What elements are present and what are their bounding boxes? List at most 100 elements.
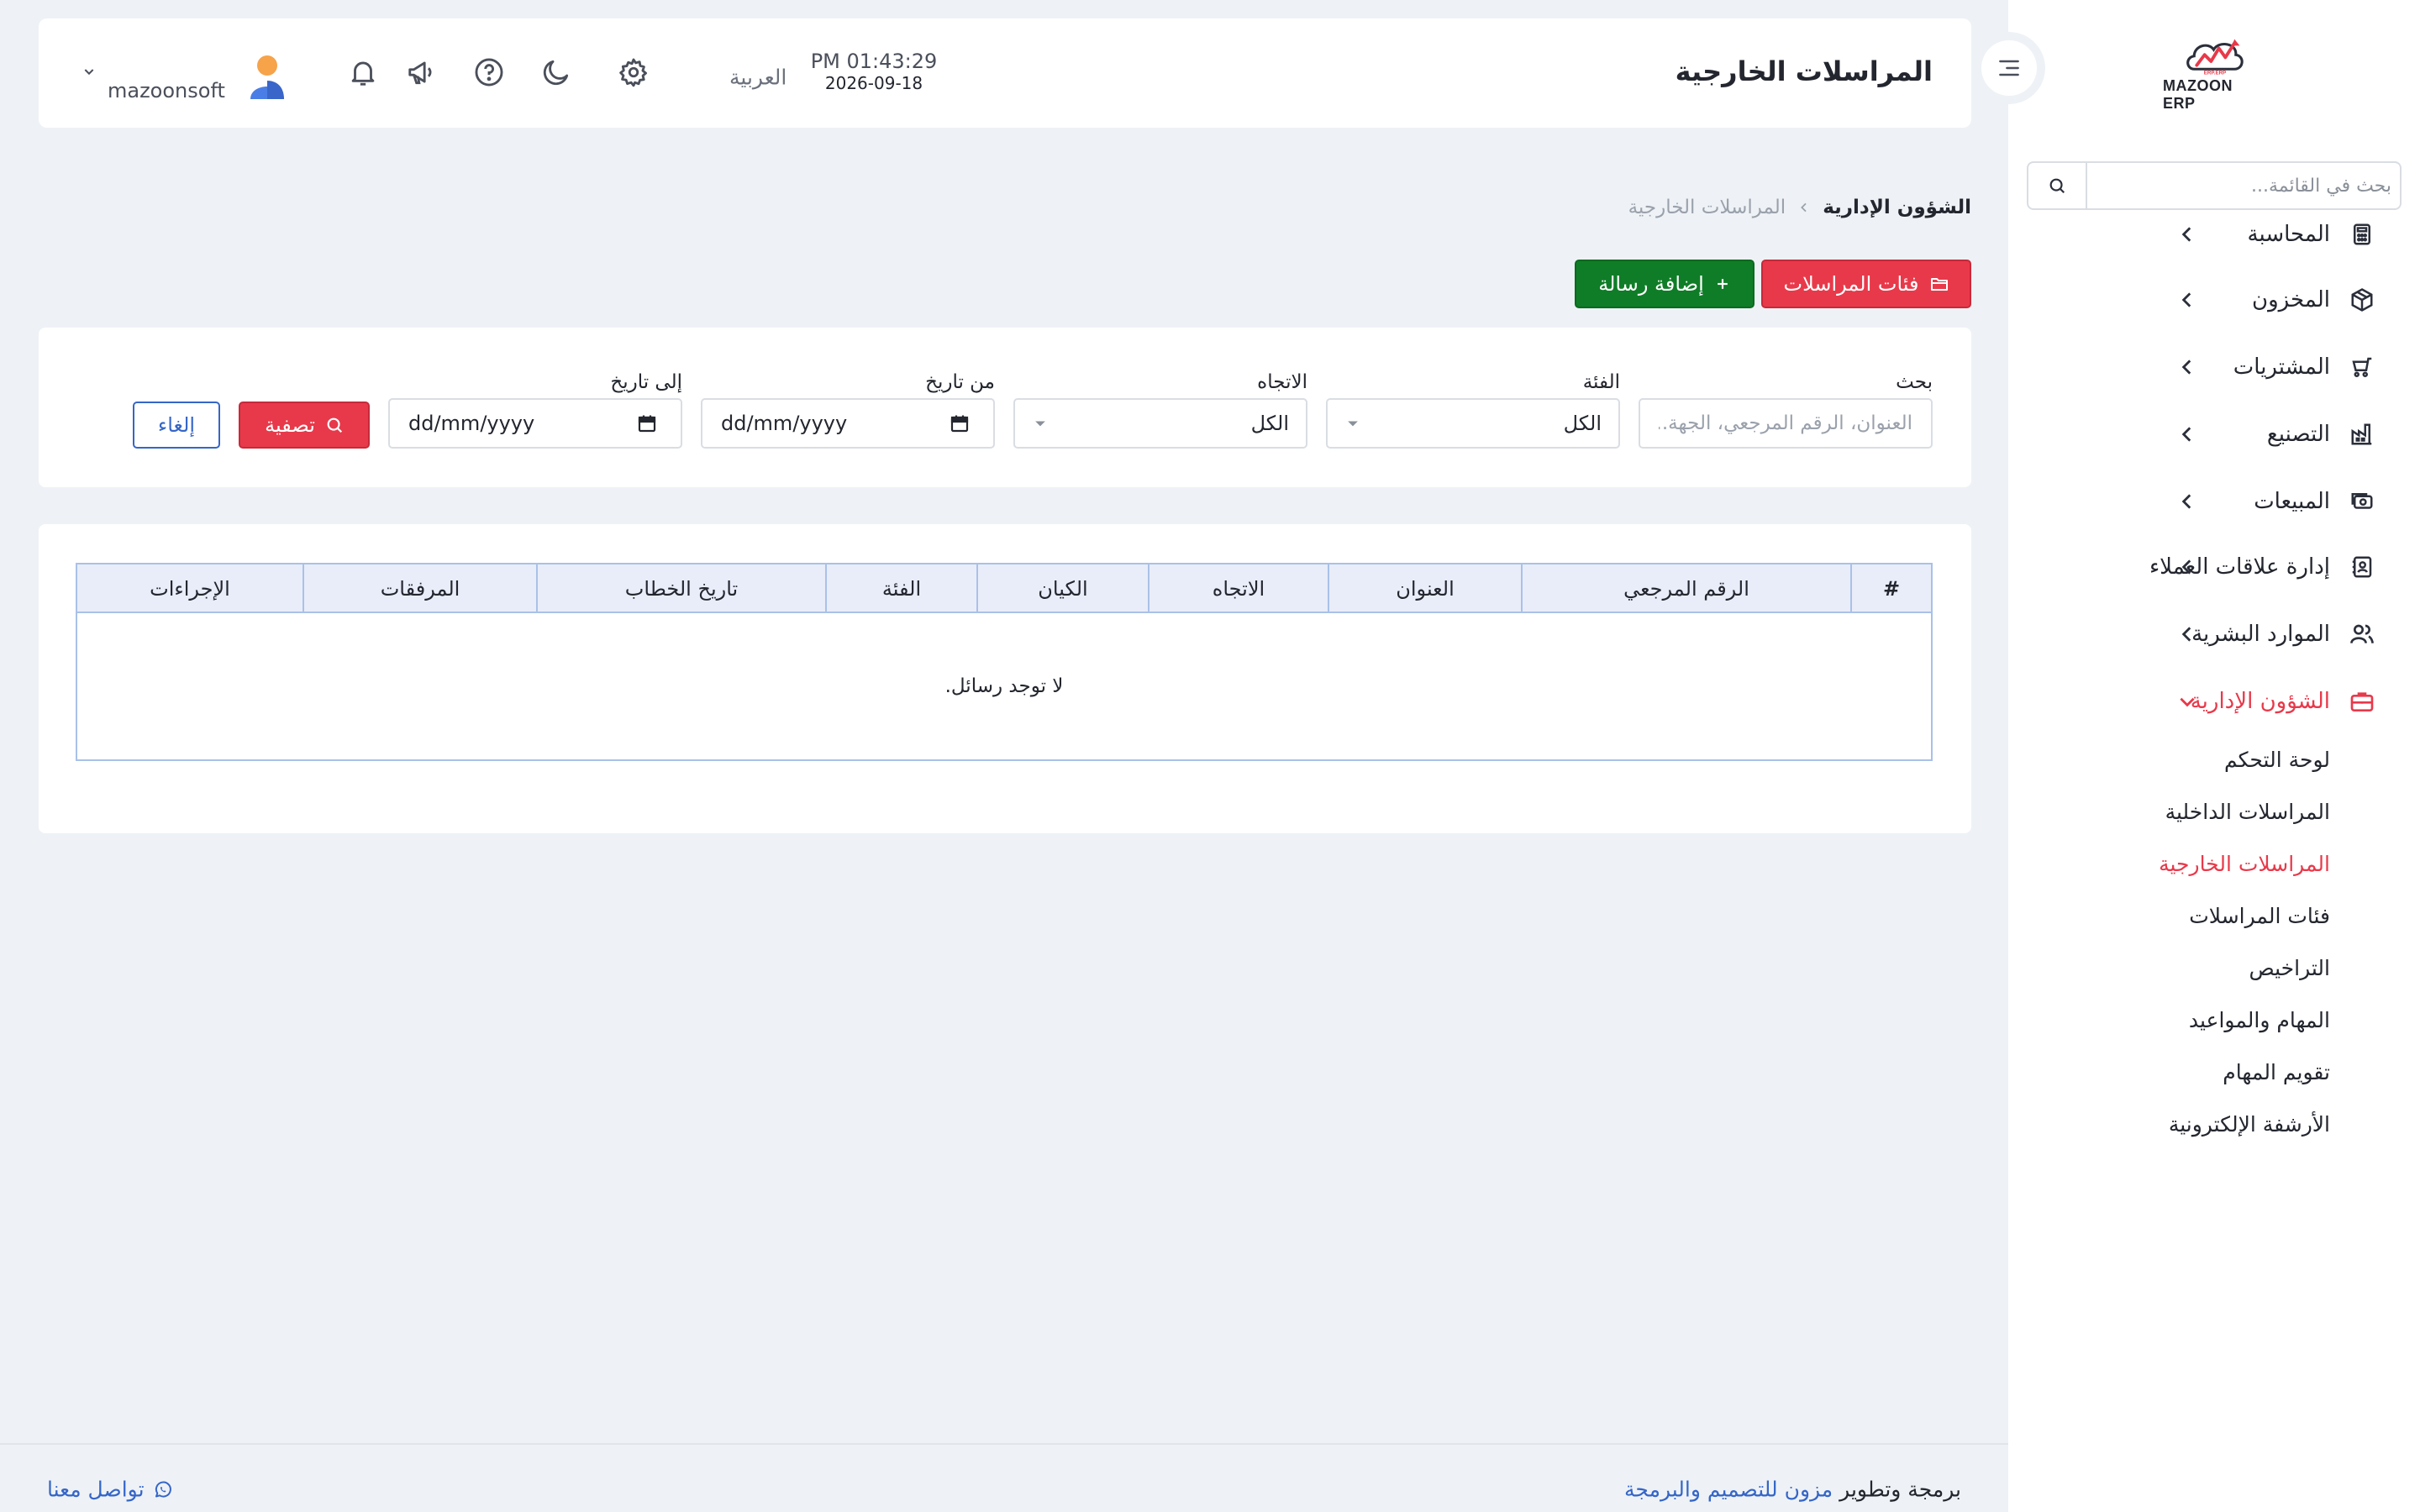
sidebar-item-sales[interactable]: المبيعات xyxy=(2008,475,2420,528)
app-logo[interactable]: ERP.ERP MAZOON ERP xyxy=(2163,35,2267,113)
filter-button[interactable]: تصفية xyxy=(239,402,370,449)
calendar-icon[interactable] xyxy=(637,413,657,433)
column-header-letter-date[interactable]: تاريخ الخطاب xyxy=(536,564,825,613)
announcements-megaphone-icon[interactable] xyxy=(405,55,439,89)
to-date-field[interactable]: dd/mm/yyyy xyxy=(388,398,682,449)
sidebar-item-hr[interactable]: الموارد البشرية xyxy=(2008,607,2420,661)
dark-mode-moon-icon[interactable] xyxy=(539,55,573,89)
correspondence-categories-label: فئات المراسلات xyxy=(1783,272,1919,296)
footer-credit-link[interactable]: مزون للتصميم والبرمجة xyxy=(1624,1478,1833,1502)
breadcrumb-current: المراسلات الخارجية xyxy=(1628,197,1786,218)
footer-divider xyxy=(0,1443,2008,1445)
language-switcher[interactable]: العربية xyxy=(729,66,786,90)
search-input[interactable] xyxy=(1640,400,1931,447)
chevron-left-icon xyxy=(2181,559,2191,575)
box-icon xyxy=(2348,286,2376,314)
top-header: المراسلات الخارجية PM 01:43:29 2026-09-1… xyxy=(39,18,1971,128)
sidebar-search-button[interactable] xyxy=(2028,163,2087,208)
cancel-filter-button[interactable]: إلغاء xyxy=(133,402,220,449)
sidebar-subitem-internal-correspondence[interactable]: المراسلات الداخلية xyxy=(2165,800,2330,824)
sidebar: ERP.ERP MAZOON ERP المحاسبة المخزون xyxy=(2008,0,2420,1512)
correspondence-categories-button[interactable]: فئات المراسلات xyxy=(1761,260,1971,308)
header-clock: PM 01:43:29 2026-09-18 xyxy=(798,50,950,93)
to-date-value: dd/mm/yyyy xyxy=(408,412,535,435)
from-date-value: dd/mm/yyyy xyxy=(721,412,848,435)
search-label: بحث xyxy=(1896,371,1933,393)
calculator-icon xyxy=(2348,220,2376,249)
contact-us-label: تواصل معنا xyxy=(47,1477,145,1502)
dropdown-caret-icon xyxy=(1348,421,1358,427)
direction-select-value: الكل xyxy=(1250,412,1289,435)
category-label: الفئة xyxy=(1582,371,1620,393)
chevron-left-icon xyxy=(1797,201,1811,214)
chevron-down-icon[interactable] xyxy=(82,65,96,78)
sidebar-subitem-tasks-appointments[interactable]: المهام والمواعيد xyxy=(2189,1008,2330,1032)
add-message-button[interactable]: إضافة رسالة xyxy=(1575,260,1754,308)
sidebar-subitem-dashboard[interactable]: لوحة التحكم xyxy=(2224,748,2330,772)
sidebar-item-admin-affairs[interactable]: الشؤون الإدارية xyxy=(2008,675,2420,728)
sidebar-item-inventory[interactable]: المخزون xyxy=(2008,273,2420,327)
page-title: المراسلات الخارجية xyxy=(1675,55,1933,87)
sidebar-search-input[interactable] xyxy=(2087,163,2400,208)
sidebar-item-accounting[interactable]: المحاسبة xyxy=(2008,207,2420,261)
help-icon[interactable] xyxy=(472,55,506,89)
svg-text:ERP.ERP: ERP.ERP xyxy=(2204,70,2226,76)
footer-credit: برمجة وتطوير مزون للتصميم والبرمجة xyxy=(1624,1478,1961,1502)
direction-select[interactable]: الكل xyxy=(1013,398,1307,449)
direction-label: الاتجاه xyxy=(1257,371,1307,393)
column-header-entity[interactable]: الكيان xyxy=(976,564,1148,613)
sidebar-item-label: التصنيع xyxy=(2266,422,2330,447)
dropdown-caret-icon xyxy=(1035,421,1045,427)
factory-icon xyxy=(2348,420,2376,449)
user-name[interactable]: mazoonsoft xyxy=(108,79,225,102)
from-date-field[interactable]: dd/mm/yyyy xyxy=(701,398,995,449)
sidebar-item-label: الشؤون الإدارية xyxy=(2190,689,2330,714)
to-date-label: إلى تاريخ xyxy=(610,371,682,393)
sidebar-subitem-licenses[interactable]: التراخيص xyxy=(2249,956,2330,980)
messages-table-panel: # الرقم المرجعي العنوان الاتجاه الكيان ا… xyxy=(39,524,1971,833)
chevron-left-icon xyxy=(2181,360,2191,375)
add-message-label: إضافة رسالة xyxy=(1598,272,1704,296)
logo-mark-icon: ERP.ERP xyxy=(2186,39,2244,76)
folder-icon xyxy=(1930,278,1948,291)
breadcrumb-parent[interactable]: الشؤون الإدارية xyxy=(1823,197,1971,218)
chevron-left-icon xyxy=(2181,427,2191,442)
notifications-bell-icon[interactable] xyxy=(346,55,380,89)
from-date-label: من تاريخ xyxy=(925,371,995,393)
table-empty-message: لا توجد رسائل. xyxy=(944,675,1064,697)
briefcase-icon xyxy=(2348,687,2376,716)
calendar-icon[interactable] xyxy=(950,413,970,433)
settings-gear-icon[interactable] xyxy=(617,55,650,89)
column-header-category[interactable]: الفئة xyxy=(825,564,976,613)
chevron-left-icon xyxy=(2181,227,2191,242)
chevron-left-icon xyxy=(2181,494,2191,509)
sidebar-item-label: الموارد البشرية xyxy=(2191,622,2330,647)
sidebar-item-purchases[interactable]: المشتريات xyxy=(2008,340,2420,394)
column-header-attachments: المرفقات xyxy=(302,564,536,613)
column-header-index: # xyxy=(1850,564,1931,613)
column-header-subject[interactable]: العنوان xyxy=(1328,564,1521,613)
sidebar-item-crm[interactable]: إدارة علاقات العملاء xyxy=(2008,540,2420,594)
sidebar-item-manufacturing[interactable]: التصنيع xyxy=(2008,407,2420,461)
contact-us-link[interactable]: تواصل معنا xyxy=(47,1478,173,1502)
clock-date: 2026-09-18 xyxy=(824,72,923,93)
menu-toggle-icon xyxy=(1999,60,2019,76)
category-select-value: الكل xyxy=(1563,412,1602,435)
column-header-actions: الإجراءات xyxy=(150,577,230,601)
cart-icon xyxy=(2348,353,2376,381)
sidebar-item-label: المبيعات xyxy=(2254,489,2330,514)
sidebar-toggle-button[interactable] xyxy=(1973,32,2045,104)
plus-icon xyxy=(1717,279,1728,289)
sidebar-item-label: المشتريات xyxy=(2233,354,2330,380)
column-header-direction[interactable]: الاتجاه xyxy=(1148,564,1328,613)
sidebar-item-label: المخزون xyxy=(2252,287,2330,312)
sidebar-subitem-e-archiving[interactable]: الأرشفة الإلكترونية xyxy=(2169,1112,2330,1137)
user-avatar[interactable] xyxy=(247,54,287,99)
search-icon xyxy=(327,417,342,433)
category-select[interactable]: الكل xyxy=(1326,398,1620,449)
sidebar-subitem-task-calendar[interactable]: تقويم المهام xyxy=(2223,1060,2330,1084)
column-header-reference[interactable]: الرقم المرجعي xyxy=(1521,564,1850,613)
clock-time: PM 01:43:29 xyxy=(810,50,938,73)
sidebar-subitem-correspondence-categories[interactable]: فئات المراسلات xyxy=(2189,904,2330,928)
sidebar-subitem-external-correspondence[interactable]: المراسلات الخارجية xyxy=(2159,852,2330,876)
